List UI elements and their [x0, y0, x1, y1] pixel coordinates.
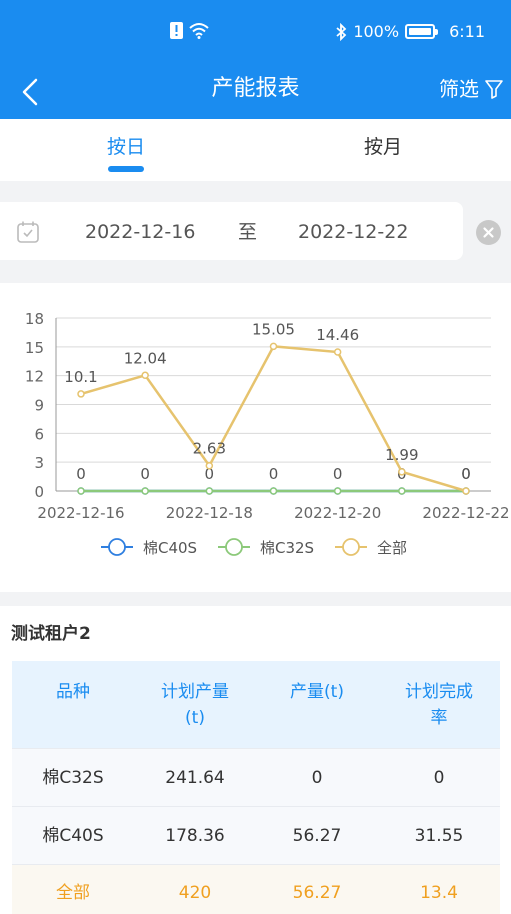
data-point: [141, 371, 149, 380]
clear-date-button[interactable]: [476, 220, 501, 245]
legend-label: 棉C40S: [143, 539, 197, 557]
period-tabs: 按日 按月: [0, 119, 511, 181]
data-point: [398, 468, 406, 476]
data-label: 15.05: [252, 320, 295, 338]
y-tick-label: 18: [25, 310, 44, 328]
data-label: 10.1: [64, 368, 97, 386]
cell-rate: 31.55: [414, 825, 464, 846]
data-point: [333, 348, 342, 356]
status-right: 100% 6:11: [335, 22, 485, 41]
nav-bar: 产能报表 筛选: [0, 66, 511, 119]
data-label: 0: [461, 465, 471, 483]
tenant-name: 测试租户2: [11, 624, 91, 644]
status-bar: 100% 6:11: [0, 0, 511, 66]
header-completion-rate: 计划完成 率: [405, 682, 473, 728]
x-tick-label: 2022-12-22: [422, 504, 509, 522]
page-title: 产能报表: [211, 76, 300, 101]
data-label: 0: [140, 465, 150, 483]
filter-funnel-icon: [485, 80, 503, 99]
x-tick-label: 2022-12-18: [166, 504, 253, 522]
active-tab-indicator: [108, 166, 144, 172]
wifi-icon: [189, 23, 209, 39]
y-tick-label: 12: [25, 368, 44, 386]
data-point: [205, 487, 214, 495]
data-point: [333, 487, 342, 495]
filter-button[interactable]: 筛选: [439, 74, 503, 104]
legend-label: 棉C32S: [260, 539, 314, 557]
y-tick-label: 15: [25, 339, 44, 357]
data-point: [77, 487, 85, 495]
table-row: 棉C40S 178.36 56.27 31.55: [12, 807, 500, 865]
data-label: 1.99: [385, 446, 418, 464]
cell-output: 56.27: [292, 825, 342, 846]
data-label: 14.46: [316, 326, 359, 344]
data-point: [462, 487, 470, 495]
data-point: [141, 487, 149, 495]
tab-daily[interactable]: 按日: [66, 133, 186, 161]
legend-marker: [108, 538, 126, 556]
cell-variety: 棉C32S: [42, 767, 104, 788]
x-tick-label: 2022-12-20: [294, 504, 381, 522]
cell-variety: 棉C40S: [42, 825, 104, 846]
legend-label: 全部: [377, 539, 407, 557]
report-table-card: 测试租户2 品种 计划产量 (t) 产量(t) 计划完成 率 棉C32S 241…: [0, 606, 511, 914]
total-planned: 420: [178, 882, 212, 903]
report-table: 品种 计划产量 (t) 产量(t) 计划完成 率 棉C32S 241.64 0 …: [12, 661, 500, 914]
y-tick-label: 9: [34, 397, 44, 415]
date-separator: 至: [238, 221, 258, 243]
date-range-picker[interactable]: 2022-12-16 至 2022-12-22: [0, 202, 463, 260]
cell-output: 0: [311, 767, 323, 788]
data-label: 0: [76, 465, 86, 483]
total-output: 56.27: [292, 882, 342, 903]
table-header: 品种 计划产量 (t) 产量(t) 计划完成 率: [12, 661, 500, 749]
filter-label: 筛选: [439, 77, 479, 101]
cell-rate: 0: [433, 767, 445, 788]
start-date[interactable]: 2022-12-16: [85, 218, 195, 246]
data-label: 2.63: [193, 440, 226, 458]
tab-monthly[interactable]: 按月: [323, 133, 443, 161]
y-tick-label: 3: [34, 454, 44, 472]
line-chart: 0 3 6 9 12 15 18 2022-12-16 2022-12-18 2022-12-20…: [25, 310, 510, 557]
cell-planned: 178.36: [165, 825, 225, 846]
notification-icon: [170, 22, 183, 39]
data-point: [205, 461, 214, 470]
header-variety: 品种: [56, 682, 90, 702]
battery-icon: [405, 24, 439, 39]
total-label: 全部: [56, 882, 90, 903]
y-tick-label: 0: [34, 483, 44, 501]
data-label: 0: [333, 465, 343, 483]
legend-marker: [225, 538, 243, 556]
bluetooth-icon: [336, 22, 347, 41]
data-label: 0: [269, 465, 279, 483]
system-icons: [170, 22, 209, 39]
header-output: 产量(t): [290, 682, 344, 702]
table-total-row: 全部 420 56.27 13.4: [12, 865, 500, 914]
y-tick-label: 6: [34, 425, 44, 443]
total-rate: 13.4: [420, 882, 458, 903]
output-chart: 0 3 6 9 12 15 18 2022-12-16 2022-12-18 2022-12-20…: [0, 283, 511, 592]
data-point: [77, 390, 85, 398]
data-point: [398, 487, 406, 495]
table-row: 棉C32S 241.64 0 0: [12, 749, 500, 807]
header-planned-output: 计划产量 (t): [161, 682, 229, 728]
close-icon: [483, 227, 494, 238]
legend-marker: [342, 538, 360, 556]
calendar-icon: [17, 221, 39, 243]
end-date[interactable]: 2022-12-22: [298, 218, 408, 246]
data-point: [269, 487, 278, 495]
cell-planned: 241.64: [165, 767, 225, 788]
data-label: 12.04: [124, 349, 167, 367]
battery-percent: 100%: [353, 22, 400, 41]
x-tick-label: 2022-12-16: [37, 504, 124, 522]
data-point: [269, 342, 278, 351]
clock: 6:11: [449, 22, 485, 41]
